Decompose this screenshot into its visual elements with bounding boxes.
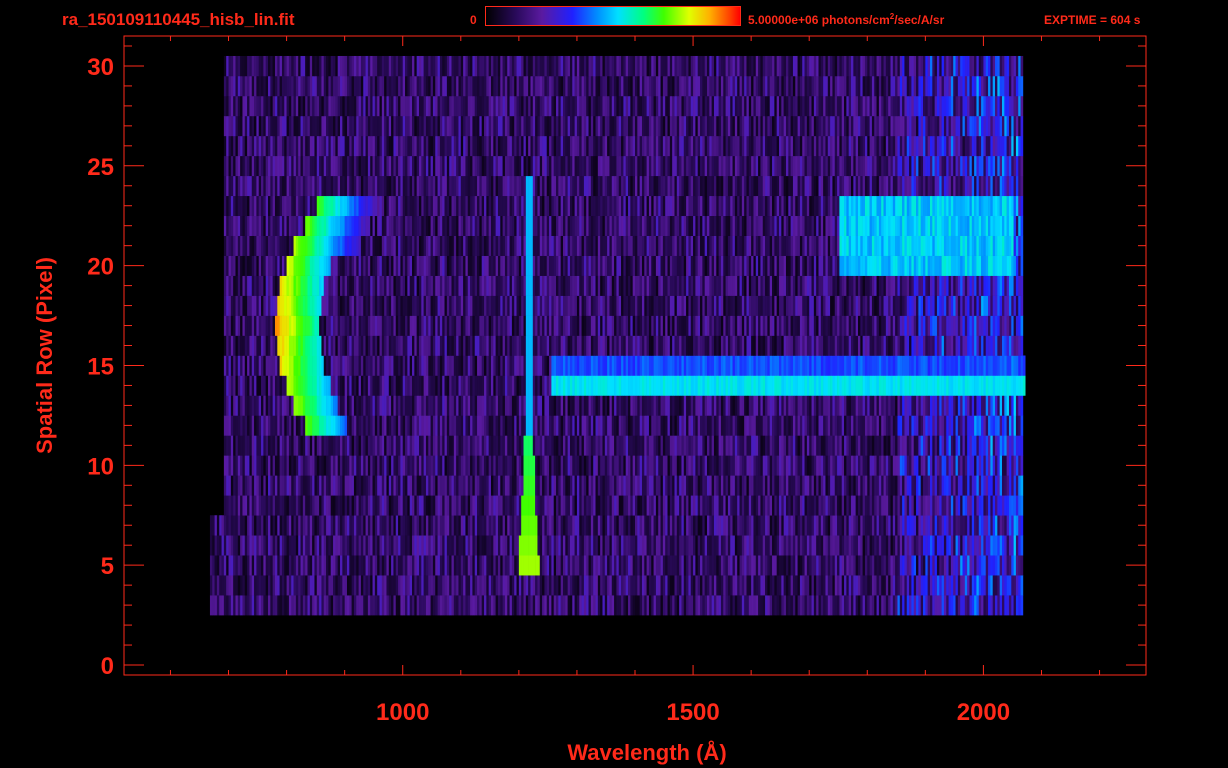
y-tick-label: 10: [87, 453, 114, 480]
heatmap-image: [209, 55, 1026, 616]
y-tick-label: 30: [87, 54, 114, 81]
y-tick-label: 15: [87, 353, 114, 380]
x-tick-label: 1500: [666, 699, 719, 726]
y-tick-label: 25: [87, 154, 114, 181]
y-tick-label: 20: [87, 254, 114, 281]
y-tick-label: 0: [101, 653, 114, 680]
y-tick-label: 5: [101, 553, 114, 580]
y-axis-label: Spatial Row (Pixel): [32, 257, 57, 454]
spectrum-heatmap-chart: 1000 1500 2000051015202530 Wavelength (Å) …: [32, 35, 1147, 765]
x-tick-label: 2000: [957, 699, 1010, 726]
x-axis-label: Wavelength (Å): [567, 739, 726, 765]
x-tick-label: 1000: [376, 699, 429, 726]
